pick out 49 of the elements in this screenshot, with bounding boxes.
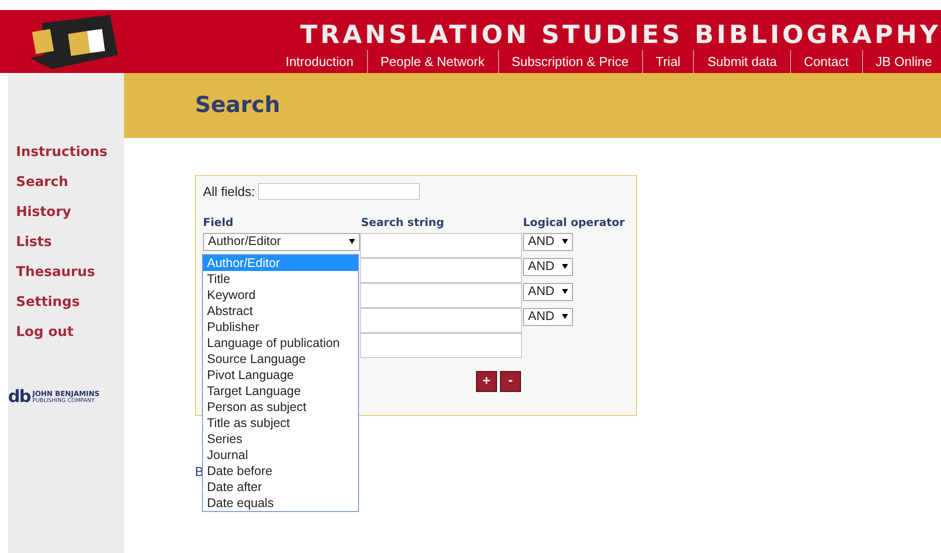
dropdown-option[interactable]: Target Language (203, 383, 358, 399)
search-string-input[interactable] (360, 332, 522, 358)
column-header: Logical operator (523, 216, 625, 228)
sidebar-link[interactable]: Search (16, 173, 124, 191)
sidebar-link[interactable]: Thesaurus (16, 263, 124, 281)
sidebar-link[interactable]: Lists (16, 233, 124, 251)
dropdown-option[interactable]: Pivot Language (203, 367, 358, 383)
site-title: TRANSLATION STUDIES BIBLIOGRAPHY (300, 20, 941, 50)
publisher-logo: db (8, 389, 30, 406)
page-title: Search (195, 92, 280, 120)
dropdown-option[interactable]: Person as subject (203, 399, 358, 415)
search-string-input[interactable] (360, 258, 522, 282)
dropdown-option[interactable]: Source Language (203, 351, 358, 367)
search-string-input[interactable] (360, 232, 522, 258)
sidebar-link[interactable]: Instructions (16, 143, 124, 161)
dropdown-arrow-icon (349, 239, 355, 244)
dropdown-arrow-icon (562, 239, 568, 244)
dropdown-option[interactable]: Publisher (203, 319, 358, 335)
all-fields-label: All fields: (203, 183, 256, 201)
sidebar-link[interactable]: Log out (16, 323, 124, 341)
column-header: Search string (361, 216, 444, 228)
all-fields-input[interactable] (258, 183, 420, 200)
field-select[interactable]: Author/Editor (203, 232, 360, 250)
column-header: Field (203, 216, 234, 228)
dropdown-option[interactable]: Keyword (203, 287, 358, 303)
add-row-button[interactable]: + (476, 370, 497, 392)
operator-select[interactable]: AND (523, 308, 573, 326)
nav-link[interactable]: Introduction (272, 50, 367, 73)
dropdown-option[interactable]: Date after (203, 479, 358, 495)
operator-select[interactable]: AND (523, 232, 573, 250)
operator-select[interactable]: AND (523, 258, 573, 276)
dropdown-arrow-icon (562, 289, 568, 294)
dropdown-option[interactable]: Abstract (203, 303, 358, 319)
operator-select[interactable]: AND (523, 282, 573, 300)
dropdown-arrow-icon (562, 264, 568, 269)
search-string-input[interactable] (360, 282, 522, 308)
logo-icon (30, 13, 120, 71)
dropdown-option[interactable]: Series (203, 431, 358, 447)
search-string-input[interactable] (360, 308, 522, 332)
dropdown-option[interactable]: Title as subject (203, 415, 358, 431)
dropdown-option[interactable]: Journal (203, 447, 358, 463)
dropdown-option[interactable]: Date before (203, 463, 358, 479)
sidebar-link[interactable]: Settings (16, 293, 124, 311)
dropdown-arrow-icon (562, 314, 568, 319)
dropdown-option[interactable]: Title (203, 271, 358, 287)
sidebar-link[interactable]: History (16, 203, 124, 221)
dropdown-option[interactable]: Date equals (203, 495, 358, 511)
dropdown-option[interactable]: Language of publication (203, 335, 358, 351)
remove-row-button[interactable]: - (500, 370, 521, 392)
